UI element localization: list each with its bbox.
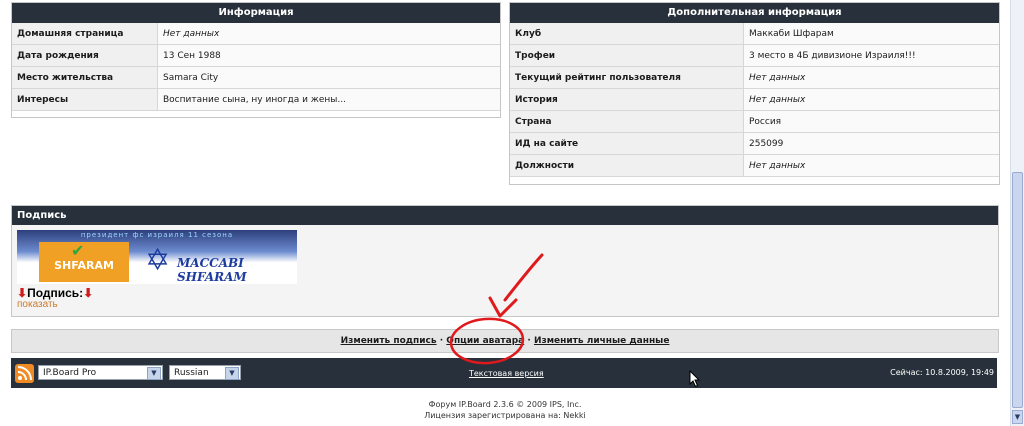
row-value: Россия [743, 110, 999, 133]
row-value: Воспитание сына, ну иногда и жены... [157, 88, 500, 111]
row-label: Место жительства [12, 66, 158, 89]
row-value: Samara City [157, 66, 500, 89]
checkmark-icon: ✔ [71, 241, 85, 260]
page-scrollbar[interactable]: ▼ [1010, 0, 1024, 426]
show-signature-link[interactable]: показать [17, 299, 58, 310]
banner-top-text: президент фс израиля 11 сезона [80, 231, 234, 239]
text-version-link[interactable]: Текстовая версия [469, 369, 544, 378]
extra-info-table: Клуб Маккаби Шфарам Трофеи 3 место в 4Б … [510, 23, 999, 177]
signature-label-text: Подпись: [27, 286, 84, 300]
row-label: Домашняя страница [12, 23, 158, 45]
row-label: Клуб [510, 23, 744, 45]
current-time: Сейчас: 10.8.2009, 19:49 [890, 368, 994, 377]
maccabi-shfaram-logo: MACCABI SHFARAM [177, 256, 247, 284]
scrollbar-thumb[interactable] [1012, 172, 1023, 408]
row-label: Дата рождения [12, 44, 158, 67]
row-label: История [510, 88, 744, 111]
row-value: Нет данных [157, 23, 500, 45]
row-label: Страна [510, 110, 744, 133]
signature-banner-image: президент фс израиля 11 сезона SHFARAM ✔… [17, 230, 297, 284]
rss-icon[interactable] [15, 364, 34, 383]
row-label: ИД на сайте [510, 132, 744, 155]
language-select-value: Russian [174, 368, 209, 378]
table-row: Домашняя страница Нет данных [12, 23, 500, 45]
language-select[interactable]: Russian ▼ [169, 365, 241, 380]
edit-personal-data-link[interactable]: Изменить личные данные [534, 336, 669, 346]
copyright: Форум IP.Board 2.3.6 © 2009 IPS, Inc. Ли… [0, 399, 1010, 421]
footer-bar: IP.Board Pro ▼ Russian ▼ Текстовая верси… [11, 358, 997, 388]
table-row: Место жительства Samara City [12, 66, 500, 89]
signature-label: ⬇Подпись:⬇ [17, 286, 93, 300]
copyright-line: Форум IP.Board 2.3.6 © 2009 IPS, Inc. [428, 400, 582, 409]
table-row: Клуб Маккаби Шфарам [510, 23, 999, 45]
table-row: Текущий рейтинг пользователя Нет данных [510, 66, 999, 89]
skin-select[interactable]: IP.Board Pro ▼ [38, 365, 163, 380]
table-row: История Нет данных [510, 88, 999, 111]
signature-panel: Подпись президент фс израиля 11 сезона S… [11, 205, 999, 317]
link-separator: · [527, 336, 531, 346]
row-label: Интересы [12, 88, 158, 111]
row-value: Нет данных [743, 66, 999, 89]
row-value: 13 Сен 1988 [157, 44, 500, 67]
scroll-down-arrow-icon[interactable]: ▼ [1012, 410, 1023, 424]
extra-info-panel-title: Дополнительная информация [510, 3, 999, 23]
table-row: Трофеи 3 место в 4Б дивизионе Израиля!!! [510, 44, 999, 67]
down-arrow-icon: ⬇ [17, 286, 28, 300]
row-label: Трофеи [510, 44, 744, 67]
chevron-down-icon[interactable]: ▼ [225, 367, 239, 380]
signature-panel-title: Подпись [12, 206, 998, 225]
mouse-cursor-icon [689, 370, 701, 388]
down-arrow-icon: ⬇ [83, 286, 94, 300]
avatar-options-link[interactable]: Опции аватара [446, 336, 524, 346]
row-value: Нет данных [743, 88, 999, 111]
info-panel: Информация Домашняя страница Нет данных … [11, 2, 501, 118]
row-label: Должности [510, 154, 744, 177]
star-of-david-icon: ✡ [145, 243, 171, 278]
edit-signature-link[interactable]: Изменить подпись [341, 336, 437, 346]
link-separator: · [439, 336, 444, 346]
info-panel-title: Информация [12, 3, 500, 23]
chevron-down-icon[interactable]: ▼ [147, 367, 161, 380]
table-row: Страна Россия [510, 110, 999, 133]
table-row: Дата рождения 13 Сен 1988 [12, 44, 500, 67]
row-label: Текущий рейтинг пользователя [510, 66, 744, 89]
info-table: Домашняя страница Нет данных Дата рожден… [12, 23, 500, 111]
skin-select-value: IP.Board Pro [43, 368, 97, 378]
license-line: Лицензия зарегистрирована на: Nekki [424, 411, 586, 420]
row-value: Маккаби Шфарам [743, 23, 999, 45]
extra-info-panel: Дополнительная информация Клуб Маккаби Ш… [509, 2, 1000, 185]
table-row: Интересы Воспитание сына, ну иногда и же… [12, 88, 500, 111]
table-row: ИД на сайте 255099 [510, 132, 999, 155]
row-value: 255099 [743, 132, 999, 155]
table-row: Должности Нет данных [510, 154, 999, 177]
row-value: 3 место в 4Б дивизионе Израиля!!! [743, 44, 999, 67]
profile-links-bar: Изменить подпись · Опции аватара · Измен… [11, 329, 999, 353]
row-value: Нет данных [743, 154, 999, 177]
